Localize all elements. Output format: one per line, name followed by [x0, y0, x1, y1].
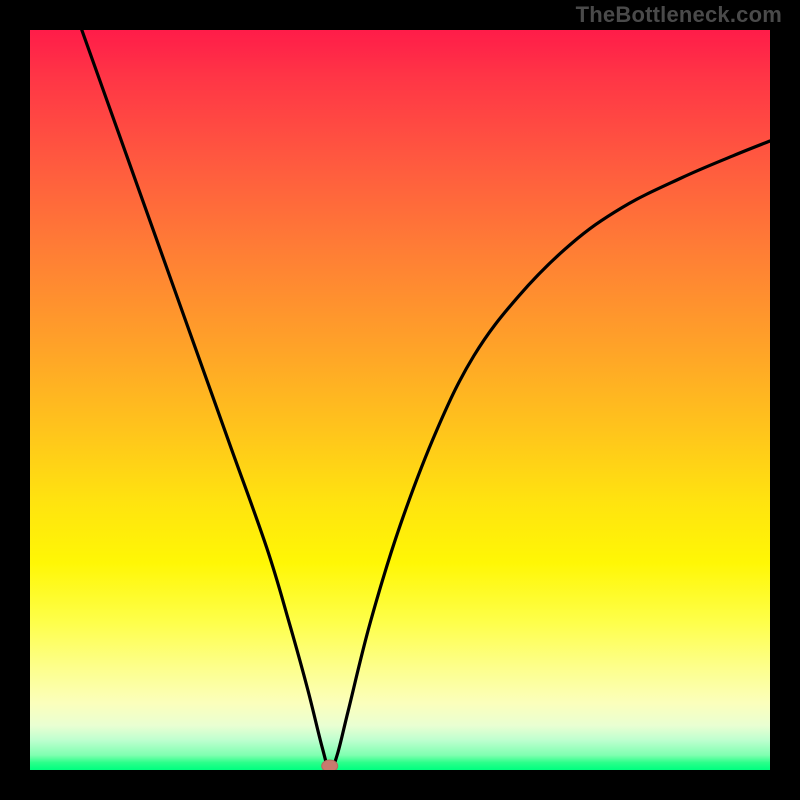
chart-container: TheBottleneck.com: [0, 0, 800, 800]
watermark-text: TheBottleneck.com: [576, 2, 782, 28]
chart-overlay: [30, 30, 770, 770]
plot-area: [30, 30, 770, 770]
bottleneck-curve: [82, 30, 770, 770]
optimal-point-marker: [322, 760, 338, 770]
